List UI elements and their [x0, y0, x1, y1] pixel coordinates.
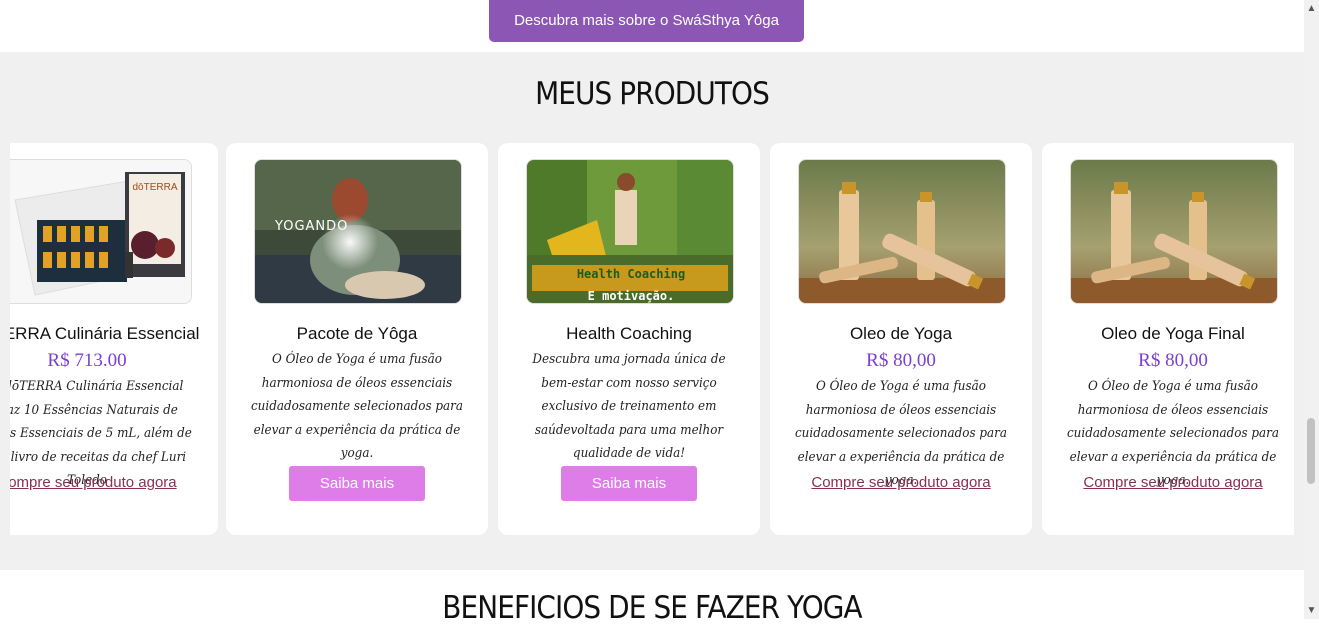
- learn-more-button[interactable]: Saiba mais: [561, 466, 697, 501]
- product-image-pacote-yoga[interactable]: YOGANDO: [254, 159, 462, 304]
- product-price: R$ 713.00: [47, 350, 127, 371]
- yogando-label: YOGANDO: [274, 219, 348, 234]
- chevron-down-icon[interactable]: ▼: [1304, 602, 1319, 619]
- product-name: dōTERRA Culinária Essencial: [0, 324, 200, 343]
- scrollbar-thumb[interactable]: [1307, 418, 1315, 484]
- product-image-health-coaching[interactable]: Health Coaching E motivação.: [526, 159, 734, 304]
- product-card-culinaria: dōTERRA dōTERRA Culinária Essencial R$ 7…: [0, 143, 218, 535]
- carousel-right-edge: [1294, 143, 1304, 535]
- buy-product-link[interactable]: Compre seu produto agora: [1042, 474, 1304, 491]
- products-section: MEUS PRODUTOS dōTERRA dōTERRA Culinária …: [0, 52, 1304, 570]
- product-card-pacote-yoga: YOGANDO Pacote de Yôga O Óleo de Yoga é …: [226, 143, 488, 535]
- product-description: O Óleo de Yoga é uma fusão harmoniosa de…: [250, 352, 464, 461]
- product-image-oleo-yoga[interactable]: [798, 159, 1006, 304]
- culinaria-book-brand: dōTERRA: [132, 182, 177, 193]
- product-price: R$ 80,00: [1138, 350, 1208, 371]
- health-coaching-banner: Health Coaching: [577, 267, 685, 281]
- products-section-title: MEUS PRODUTOS: [535, 76, 770, 112]
- motivacao-banner: E motivação.: [588, 289, 675, 303]
- product-card-oleo-yoga-final: Oleo de Yoga Final R$ 80,00 O Óleo de Yo…: [1042, 143, 1304, 535]
- page-scrollbar[interactable]: ▲ ▼: [1304, 0, 1319, 619]
- buy-product-link[interactable]: Compre seu produto agora: [0, 474, 218, 491]
- product-name: Pacote de Yôga: [296, 324, 418, 343]
- discover-swasthya-button[interactable]: Descubra mais sobre o SwáSthya Yôga: [489, 0, 804, 42]
- top-area: Descubra mais sobre o SwáSthya Yôga: [0, 0, 1304, 52]
- product-name: Health Coaching: [566, 324, 692, 343]
- carousel-left-edge: [0, 143, 10, 535]
- buy-product-link[interactable]: Compre seu produto agora: [770, 474, 1032, 491]
- product-name: Oleo de Yoga: [849, 324, 953, 343]
- product-description: Descubra uma jornada única de bem-estar …: [532, 352, 726, 461]
- product-image-culinaria[interactable]: dōTERRA: [0, 159, 192, 304]
- product-card-health-coaching: Health Coaching E motivação. Health Coac…: [498, 143, 760, 535]
- product-card-oleo-yoga: Oleo de Yoga R$ 80,00 O Óleo de Yoga é u…: [770, 143, 1032, 535]
- learn-more-button[interactable]: Saiba mais: [289, 466, 425, 501]
- product-name: Oleo de Yoga Final: [1101, 324, 1245, 343]
- product-price: R$ 80,00: [866, 350, 936, 371]
- product-image-oleo-yoga-final[interactable]: [1070, 159, 1278, 304]
- chevron-up-icon[interactable]: ▲: [1304, 0, 1319, 17]
- benefits-section-title: BENEFICIOS DE SE FAZER YOGA: [442, 590, 862, 626]
